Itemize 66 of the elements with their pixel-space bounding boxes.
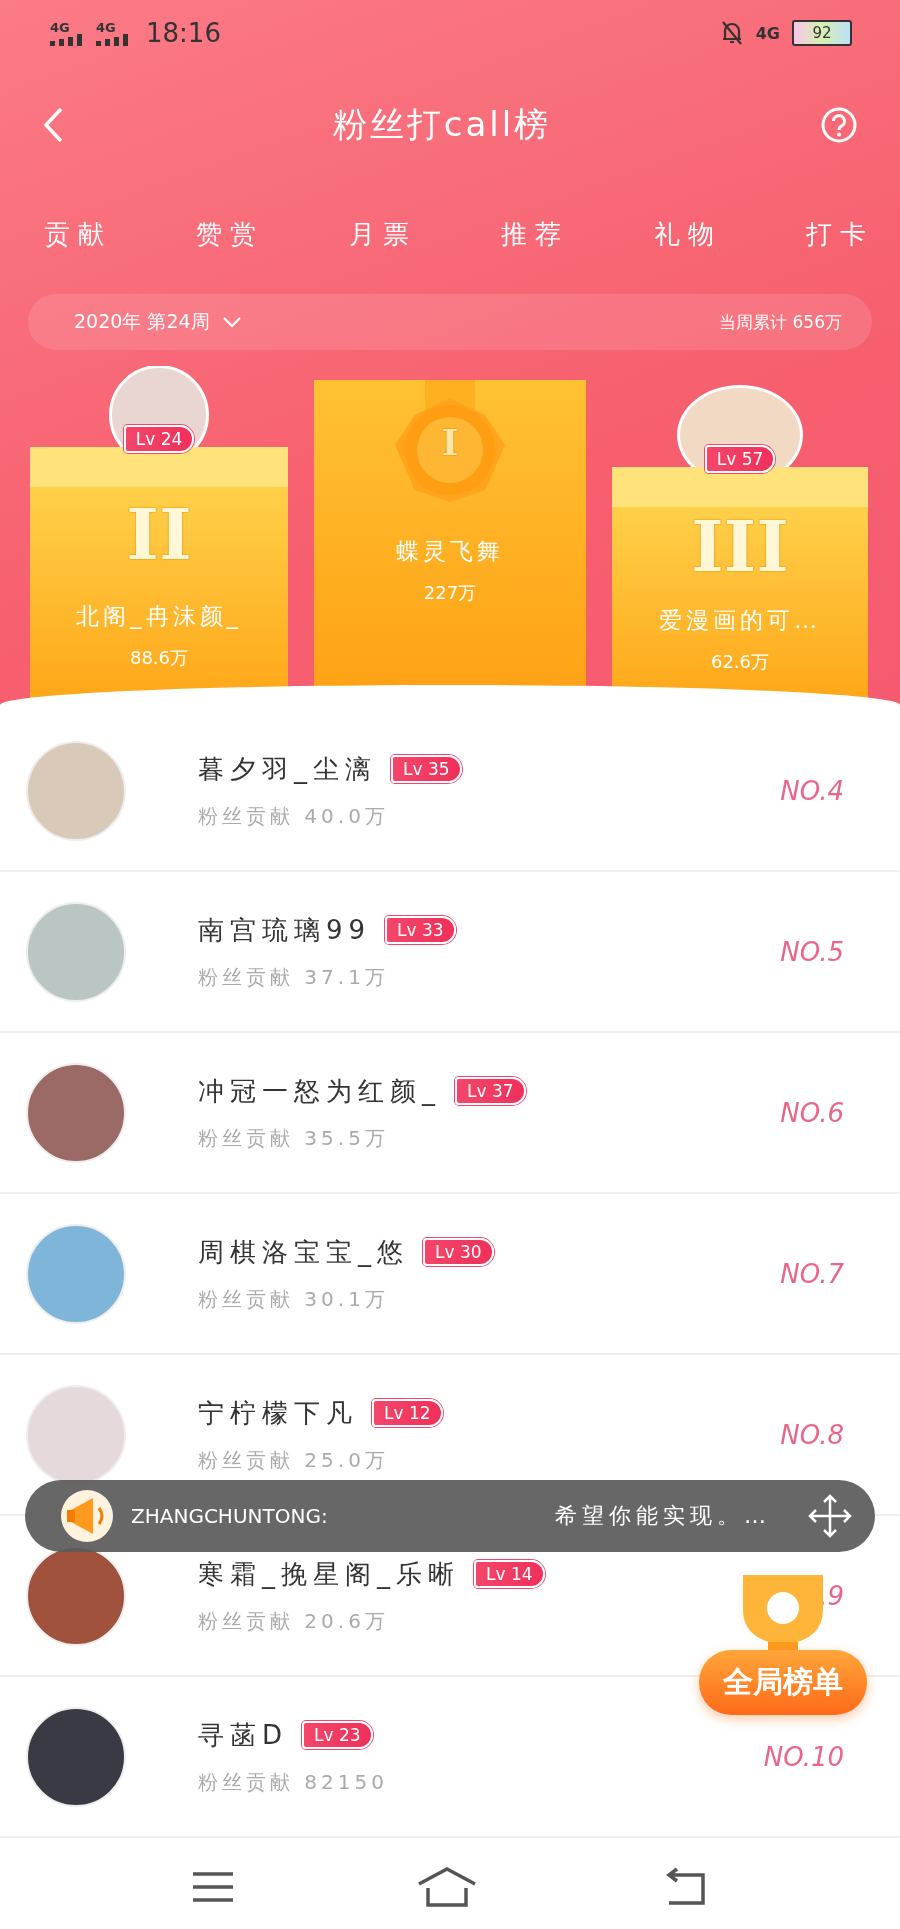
fan-name: 寒霜_挽星阁_乐晰 bbox=[198, 1557, 460, 1591]
menu-icon[interactable] bbox=[190, 1871, 235, 1903]
rank-number: NO.6 bbox=[780, 1097, 844, 1128]
fan-contribution: 粉丝贡献 20.6万 bbox=[198, 1607, 390, 1635]
fan-name: 蝶灵飞舞 bbox=[396, 537, 504, 566]
level-badge: Lv 57 bbox=[704, 445, 776, 473]
message-text: 希望你能实现。… bbox=[554, 1502, 772, 1530]
level-badge: Lv 35 bbox=[391, 755, 462, 783]
category-tab[interactable]: 推荐 bbox=[497, 212, 574, 256]
fan-name: 暮夕羽_尘漓 bbox=[198, 752, 377, 786]
place-numeral: II bbox=[126, 495, 192, 575]
level-badge: Lv 23 bbox=[302, 1721, 373, 1749]
fan-score: 227万 bbox=[423, 581, 477, 605]
level-badge: Lv 30 bbox=[423, 1238, 494, 1266]
week-selector[interactable]: 2020年 第24周 bbox=[68, 308, 248, 336]
place-numeral: III bbox=[690, 507, 790, 587]
home-icon[interactable] bbox=[416, 1866, 478, 1908]
place-numeral: I bbox=[441, 422, 459, 462]
rank-number: .9 bbox=[819, 1580, 844, 1611]
rank-number: NO.7 bbox=[780, 1258, 844, 1289]
fan-name: 周棋洛宝宝_悠 bbox=[198, 1235, 409, 1269]
fan-name: 北阁_冉沫颜_ bbox=[76, 602, 242, 631]
fan-contribution: 粉丝贡献 30.1万 bbox=[198, 1285, 390, 1313]
level-badge: Lv 12 bbox=[372, 1399, 443, 1427]
back-icon[interactable] bbox=[42, 106, 64, 144]
rank-number: NO.5 bbox=[780, 936, 844, 967]
fan-name: 冲冠一怒为红颜_ bbox=[198, 1074, 441, 1108]
move-icon[interactable] bbox=[807, 1493, 853, 1539]
category-tab[interactable]: 月票 bbox=[344, 212, 421, 256]
weekly-total: 当周累计 656万 bbox=[719, 310, 842, 334]
status-time: 18:16 bbox=[146, 18, 221, 48]
fan-name: 寻菡D bbox=[198, 1718, 289, 1752]
signal-label: 4G bbox=[50, 20, 70, 34]
signal-icon bbox=[50, 33, 84, 46]
category-tab[interactable]: 贡献 bbox=[40, 212, 116, 256]
caret-icon bbox=[221, 316, 242, 328]
fan-contribution: 粉丝贡献 40.0万 bbox=[198, 802, 390, 830]
category-tab[interactable]: 赞赏 bbox=[192, 212, 269, 256]
global-ranking-button[interactable]: 全局榜单 bbox=[698, 1650, 867, 1715]
fan-score: 62.6万 bbox=[710, 650, 770, 674]
category-tab[interactable]: 礼物 bbox=[649, 212, 726, 256]
network-label: 4G bbox=[755, 23, 780, 43]
fan-name: 宁柠檬下凡 bbox=[198, 1396, 358, 1430]
help-icon[interactable] bbox=[820, 106, 858, 144]
fan-contribution: 粉丝贡献 37.1万 bbox=[198, 963, 390, 991]
signal-label: 4G bbox=[96, 20, 116, 34]
muted-bell-icon bbox=[719, 20, 744, 46]
level-badge: Lv 33 bbox=[385, 916, 456, 944]
rank-number: NO.10 bbox=[763, 1741, 844, 1772]
fan-name: 爱漫画的可… bbox=[659, 606, 821, 635]
level-badge: Lv 14 bbox=[474, 1560, 545, 1588]
fan-contribution: 粉丝贡献 35.5万 bbox=[198, 1124, 390, 1152]
message-user: ZHANGCHUNTONG: bbox=[131, 1504, 328, 1528]
level-badge: Lv 24 bbox=[123, 425, 195, 453]
rank-number: NO.4 bbox=[780, 775, 844, 806]
fan-contribution: 粉丝贡献 82150 bbox=[198, 1768, 389, 1796]
fan-score: 88.6万 bbox=[129, 646, 189, 670]
fan-contribution: 粉丝贡献 25.0万 bbox=[198, 1446, 390, 1474]
page-title: 粉丝打call榜 bbox=[332, 103, 552, 146]
battery-icon: 92 bbox=[792, 20, 852, 46]
category-tab[interactable]: 打卡 bbox=[801, 212, 878, 256]
fan-name: 南宫琉璃99 bbox=[198, 913, 372, 947]
rank-number: NO.8 bbox=[780, 1419, 844, 1450]
level-badge: Lv 37 bbox=[455, 1077, 526, 1105]
signal-icon bbox=[96, 33, 130, 46]
megaphone-icon bbox=[59, 1488, 115, 1544]
